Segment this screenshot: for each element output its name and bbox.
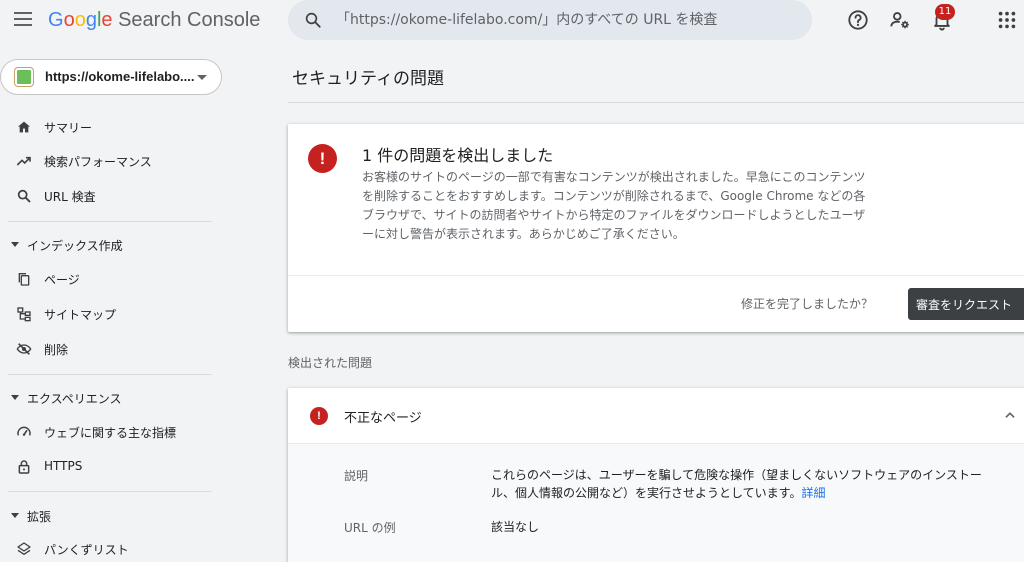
sidebar-section-label: 拡張 [27, 510, 52, 524]
sidebar-item-url-inspection[interactable]: URL 検査 [0, 179, 212, 213]
issue-detail-card: ! 不正なページ 説明 これらのページは、ユーザーを騙して危険な操作（望ましくな… [288, 388, 1024, 562]
removal-icon [16, 343, 32, 355]
sidebar-section-label: エクスペリエンス [27, 392, 122, 406]
sidebar-section-indexing[interactable]: インデックス作成 [0, 229, 212, 259]
logo-letter: g [85, 9, 97, 31]
sidebar-item-https[interactable]: HTTPS [0, 450, 212, 484]
sidebar-section-label: インデックス作成 [27, 239, 123, 253]
sidebar-item-sitemaps[interactable]: サイトマップ [0, 297, 212, 331]
sidebar-item-performance[interactable]: 検索パフォーマンス [0, 144, 212, 178]
sitemap-icon [17, 307, 31, 322]
issue-count-heading: 1 件の問題を検出しました [362, 146, 554, 165]
collapse-triangle-icon [11, 395, 19, 400]
collapse-triangle-icon [11, 513, 19, 518]
logo-letter: e [101, 9, 113, 31]
sidebar-item-label: ウェブに関する主な指標 [44, 426, 177, 440]
page-title: セキュリティの問題 [292, 69, 444, 89]
sidebar-item-breadcrumbs[interactable]: パンくずリスト [0, 532, 212, 562]
issue-title: 不正なページ [344, 411, 422, 426]
error-icon: ! [308, 144, 337, 173]
collapse-triangle-icon [11, 242, 19, 247]
card-divider [288, 275, 1024, 276]
logo-letter: G [48, 9, 64, 31]
sidebar-item-summary[interactable]: サマリー [0, 110, 212, 144]
trending-up-icon [16, 156, 31, 166]
issue-detail-header[interactable]: ! 不正なページ [288, 388, 1024, 442]
sidebar-item-core-web-vitals[interactable]: ウェブに関する主な指標 [0, 415, 212, 449]
main-menu-icon[interactable] [14, 12, 32, 26]
search-icon [305, 12, 321, 28]
sidebar-item-label: サマリー [44, 121, 93, 135]
search-input[interactable] [336, 8, 796, 32]
description-label: 説明 [344, 469, 369, 483]
pages-icon [18, 273, 30, 286]
logo-product-name: Search Console [118, 9, 261, 31]
url-example-value: 該当なし [491, 520, 540, 534]
sidebar-item-pages[interactable]: ページ [0, 262, 212, 296]
sidebar-item-label: URL 検査 [44, 190, 96, 204]
logo-letter: o [63, 9, 75, 31]
request-review-button[interactable]: 審査をリクエスト [908, 288, 1024, 320]
sidebar-item-label: 検索パフォーマンス [44, 155, 152, 169]
sidebar-divider [8, 221, 212, 222]
issue-detail-body: 説明 これらのページは、ユーザーを騙して危険な操作（望ましくないソフトウェアのイ… [288, 443, 1024, 562]
sidebar-section-experience[interactable]: エクスペリエンス [0, 382, 212, 412]
error-icon: ! [310, 407, 328, 425]
help-icon[interactable] [847, 9, 869, 31]
url-example-label: URL の例 [344, 521, 396, 535]
logo-letter: o [74, 9, 86, 31]
property-label: https://okome-lifelabo.... [45, 69, 195, 84]
sidebar-divider [8, 374, 212, 375]
sidebar-nav: https://okome-lifelabo.... サマリー 検索パフォーマン… [0, 40, 222, 562]
app-logo[interactable]: Google Search Console [48, 9, 260, 32]
title-divider [288, 102, 1024, 103]
sidebar-item-label: ページ [44, 273, 80, 287]
sidebar-item-removals[interactable]: 削除 [0, 332, 212, 366]
sidebar-item-label: HTTPS [44, 459, 83, 473]
user-settings-icon[interactable] [889, 9, 911, 31]
sidebar-item-label: パンくずリスト [44, 543, 129, 557]
sidebar-item-label: 削除 [44, 343, 69, 357]
sidebar-divider [8, 491, 212, 492]
dropdown-caret-icon [197, 75, 207, 80]
lock-icon [18, 460, 30, 474]
issue-description: お客様のサイトのページの一部で有害なコンテンツが検出されました。早急にこのコンテ… [362, 170, 866, 241]
notification-count-badge: 11 [935, 4, 955, 20]
description-value: これらのページは、ユーザーを騙して危険な操作（望ましくないソフトウェアのインスト… [491, 466, 1001, 502]
url-inspection-search[interactable] [288, 0, 812, 40]
details-link[interactable]: 詳細 [801, 486, 825, 500]
search-icon [17, 189, 31, 203]
sidebar-item-label: サイトマップ [44, 308, 117, 322]
security-issue-summary-card: ! 1 件の問題を検出しました お客様のサイトのページの一部で有害なコンテンツが… [288, 124, 1024, 332]
chevron-up-icon[interactable] [1003, 408, 1017, 422]
home-icon [18, 121, 30, 133]
apps-grid-icon[interactable] [996, 9, 1018, 31]
property-selector[interactable]: https://okome-lifelabo.... [0, 59, 222, 95]
site-favicon-icon [15, 68, 33, 86]
detected-issues-label: 検出された問題 [288, 356, 373, 370]
fixed-question-text: 修正を完了しましたか？ [741, 297, 874, 311]
layers-icon [17, 542, 31, 555]
description-text: これらのページは、ユーザーを騙して危険な操作（望ましくないソフトウェアのインスト… [491, 468, 982, 500]
app-header: Google Search Console 11 [0, 0, 1024, 40]
speedometer-icon [17, 426, 31, 436]
sidebar-section-enhancements[interactable]: 拡張 [0, 500, 212, 530]
